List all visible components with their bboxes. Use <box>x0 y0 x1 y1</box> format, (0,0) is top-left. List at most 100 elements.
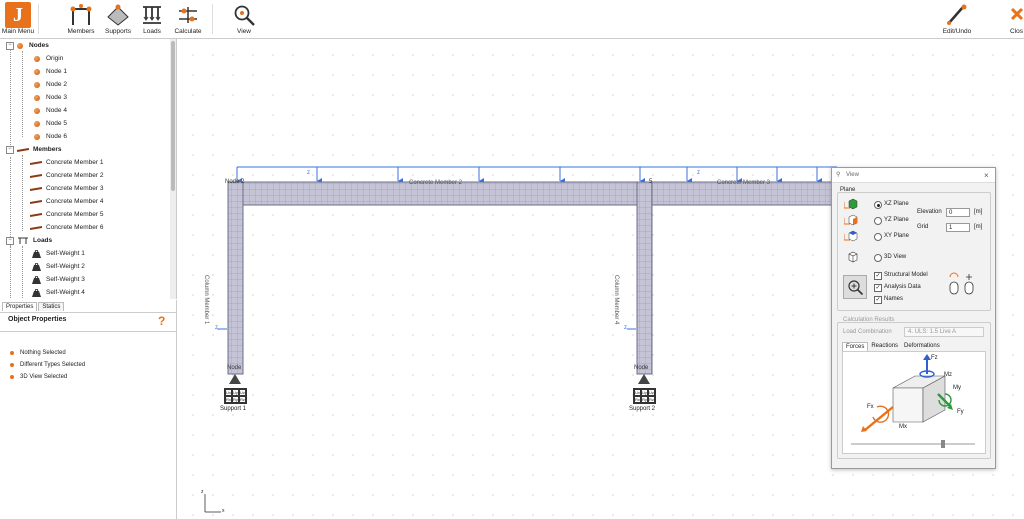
loads-label: Loads <box>143 28 161 35</box>
tree-item-member[interactable]: Concrete Member 6 <box>30 221 103 234</box>
loads-button[interactable]: Loads <box>138 0 166 38</box>
axis-x-label: x <box>222 508 225 514</box>
tree-group-label: Members <box>33 146 62 153</box>
tab-deformations[interactable]: Deformations <box>901 342 943 351</box>
tree-item-label: Self-Weight 3 <box>46 276 85 283</box>
tree-item-node[interactable]: Node 2 <box>34 78 67 91</box>
list-item: Nothing Selected <box>10 350 66 356</box>
member-icon <box>30 212 42 217</box>
scrollbar-thumb[interactable] <box>171 41 175 191</box>
tree-item-node[interactable]: Node 4 <box>34 104 67 117</box>
elevation-input[interactable]: 0 <box>946 208 970 217</box>
members-button[interactable]: Members <box>66 0 96 38</box>
load-label: z <box>624 325 627 331</box>
grid-label: Grid <box>917 224 929 230</box>
tree-group-nodes[interactable]: − Nodes <box>6 39 49 52</box>
list-item: 3D View Selected <box>10 374 67 380</box>
collapse-toggle-icon[interactable]: − <box>6 236 14 245</box>
weight-icon <box>32 262 41 271</box>
zoom-extents-button[interactable] <box>843 275 867 299</box>
tree-item-label: Origin <box>46 55 64 62</box>
column-member-2[interactable] <box>636 181 653 375</box>
results-tabs: Forces Reactions Deformations <box>842 342 943 351</box>
tree-item-member[interactable]: Concrete Member 5 <box>30 208 103 221</box>
calculate-button[interactable]: Calculate <box>172 0 204 38</box>
tree-group-label: Loads <box>33 237 53 244</box>
tree-item-member[interactable]: Concrete Member 2 <box>30 169 103 182</box>
tree-group-members[interactable]: − Members <box>6 143 62 156</box>
collapse-toggle-icon[interactable]: − <box>6 145 14 154</box>
grid-input[interactable]: 1 <box>946 223 970 232</box>
dialog-titlebar[interactable]: ⚲ View × <box>832 168 995 183</box>
support-2-triangle[interactable] <box>638 374 650 384</box>
tree-item-load[interactable]: Self-Weight 3 <box>32 273 85 286</box>
close-icon <box>1010 2 1024 28</box>
tab-reactions[interactable]: Reactions <box>868 342 901 351</box>
tree-item-member[interactable]: Concrete Member 4 <box>30 195 103 208</box>
node-icon <box>34 120 40 127</box>
members-icon <box>68 2 94 28</box>
tree-item-node[interactable]: Node 6 <box>34 130 67 143</box>
member-label: Column Member 1 <box>203 275 209 325</box>
tree-item-node[interactable]: Node 3 <box>34 91 67 104</box>
elevation-unit: [m] <box>974 209 983 215</box>
bullet-icon <box>10 363 14 367</box>
xy-plane-radio[interactable] <box>874 233 882 241</box>
view-button[interactable]: View <box>230 0 258 38</box>
tree-item-load[interactable]: Self-Weight 1 <box>32 247 85 260</box>
edit-undo-button[interactable]: Edit/Undo <box>940 0 974 38</box>
help-icon[interactable]: ? <box>158 314 165 328</box>
calculate-icon <box>175 2 201 28</box>
toolbar-divider <box>38 4 39 34</box>
xy-plane-cube-icon <box>844 230 858 242</box>
analysis-data-checkbox[interactable]: ✓ <box>874 284 882 292</box>
mz-label: Mz <box>944 372 952 378</box>
tab-statics[interactable]: Statics <box>38 302 65 311</box>
yz-plane-radio[interactable] <box>874 217 882 225</box>
tab-forces[interactable]: Forces <box>842 342 869 351</box>
mouse-controls-icon <box>949 272 974 295</box>
close-button[interactable]: Clos <box>1010 0 1024 38</box>
load-combination-select[interactable]: 4. ULS: 1.5 Live A <box>904 327 984 337</box>
column-member-1[interactable] <box>227 181 244 375</box>
tree-scrollbar[interactable] <box>170 39 176 299</box>
tree-line <box>10 244 11 299</box>
support-1-dof-table[interactable]: Ux Uy Uz Rx Ry Rz <box>224 388 247 404</box>
node-icon <box>34 68 40 75</box>
tree-item-load[interactable]: Self-Weight 4 <box>32 286 85 299</box>
tree-item-member[interactable]: Concrete Member 1 <box>30 156 103 169</box>
tab-properties[interactable]: Properties <box>2 302 38 311</box>
support-label: Support 2 <box>629 406 656 412</box>
my-label: My <box>953 385 961 391</box>
names-checkbox[interactable]: ✓ <box>874 296 882 304</box>
tree-item-load[interactable]: Self-Weight 2 <box>32 260 85 273</box>
3d-view-radio[interactable] <box>874 254 882 262</box>
tree-line <box>22 246 23 298</box>
main-menu-button[interactable]: J Main Menu <box>2 0 34 38</box>
support-2-dof-table[interactable]: Ux Uy Uz Rx Ry Rz <box>633 388 656 404</box>
tree-group-label: Nodes <box>29 42 49 49</box>
dof-cell: Ry <box>641 396 648 403</box>
structural-model-checkbox[interactable]: ✓ <box>874 272 882 280</box>
tree-item-node[interactable]: Node 1 <box>34 65 67 78</box>
tree-item-member[interactable]: Concrete Member 3 <box>30 182 103 195</box>
xz-plane-radio[interactable] <box>874 201 882 209</box>
tree-line <box>10 49 11 149</box>
tree-group-loads[interactable]: − Loads <box>6 234 52 247</box>
node-icon <box>17 42 23 49</box>
support-1-triangle[interactable] <box>229 374 241 384</box>
collapse-toggle-icon[interactable]: − <box>6 41 14 50</box>
dialog-close-icon[interactable]: × <box>984 171 989 180</box>
tree-item-label: Node 1 <box>46 68 67 75</box>
tree-item-label: Node 6 <box>46 133 67 140</box>
list-item-label: 3D View Selected <box>20 374 68 380</box>
calculate-label: Calculate <box>174 28 202 35</box>
dof-cell: Ry <box>232 396 239 403</box>
supports-button[interactable]: Supports <box>103 0 133 38</box>
loads-icon <box>18 237 28 244</box>
tree-item-label: Concrete Member 5 <box>46 211 104 218</box>
tree-item-label: Concrete Member 6 <box>46 224 104 231</box>
tree-item-node[interactable]: Node 5 <box>34 117 67 130</box>
tree-item-node[interactable]: Origin <box>34 52 63 65</box>
tree-item-label: Self-Weight 2 <box>46 263 85 270</box>
